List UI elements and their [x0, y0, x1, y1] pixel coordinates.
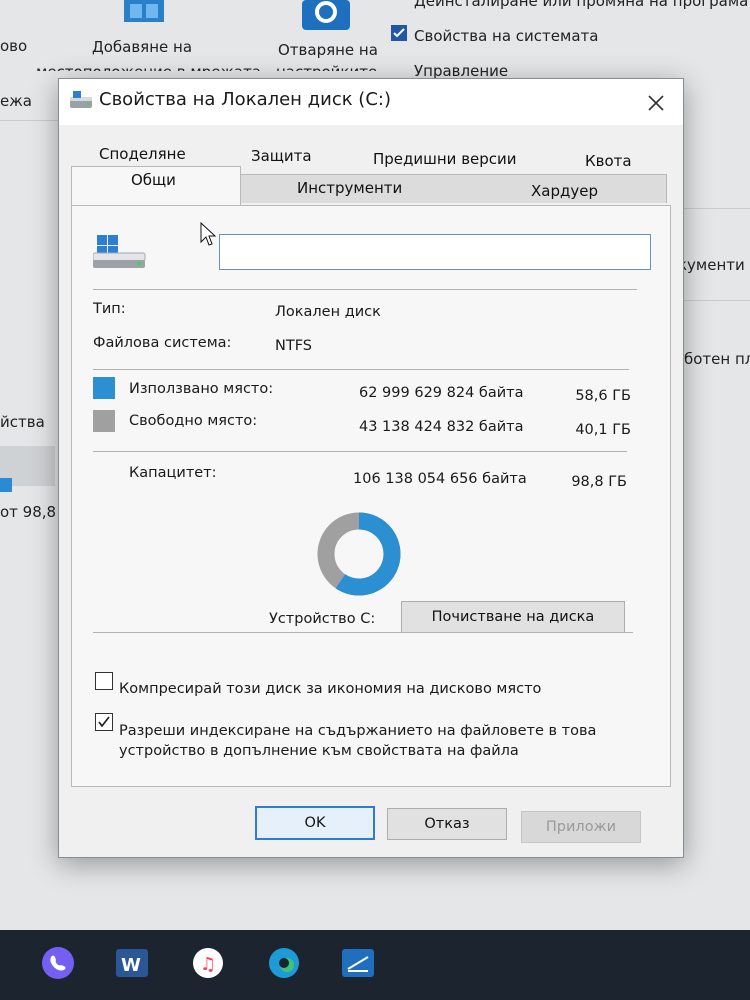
bg-drive-bar	[0, 478, 12, 492]
bg-open-settings[interactable]: Отваряне на	[278, 41, 378, 59]
close-button[interactable]	[639, 87, 673, 119]
ok-button[interactable]: OK	[255, 806, 375, 840]
free-space-label: Свободно място:	[129, 413, 258, 429]
mouse-cursor-icon	[200, 221, 217, 252]
tab-sharing[interactable]: Споделяне	[99, 145, 186, 163]
used-space-label: Използвано място:	[129, 381, 274, 397]
filesystem-label: Файлова система:	[93, 335, 232, 351]
tab-tools[interactable]: Инструменти	[297, 179, 402, 197]
free-space-bytes: 43 138 424 832 байта	[359, 419, 524, 435]
capacity-label: Капацитет:	[129, 465, 217, 481]
separator	[93, 451, 627, 452]
capacity-size: 98,8 ГБ	[571, 474, 627, 490]
app-icon[interactable]	[338, 943, 378, 983]
type-label: Тип:	[93, 301, 126, 317]
used-space-swatch	[93, 377, 115, 399]
tab-security[interactable]: Защита	[251, 147, 312, 165]
title-bar[interactable]: Свойства на Локален диск (C:)	[59, 79, 683, 125]
type-value: Локален диск	[275, 304, 381, 320]
dialog-title: Свойства на Локален диск (C:)	[99, 89, 391, 110]
bg-text-of-capacity: от 98,8	[0, 503, 57, 521]
apply-button[interactable]: Приложи	[521, 811, 641, 843]
separator	[93, 289, 637, 290]
capacity-bytes: 106 138 054 656 байта	[353, 471, 527, 487]
bg-divider	[682, 208, 750, 209]
edge-icon[interactable]	[264, 943, 304, 983]
bg-text-properties: йства	[0, 413, 45, 431]
drive-properties-dialog: Свойства на Локален диск (C:) Споделяне …	[58, 78, 684, 858]
tab-hardware[interactable]: Хардуер	[531, 182, 598, 200]
network-location-icon[interactable]	[122, 0, 166, 26]
separator	[93, 632, 633, 633]
used-space-size: 58,6 ГБ	[575, 388, 631, 404]
filesystem-value: NTFS	[275, 338, 312, 354]
separator	[93, 369, 629, 370]
index-label[interactable]: Разреши индексиране на съдържанието на ф…	[119, 721, 599, 761]
settings-gear-icon[interactable]	[300, 0, 352, 30]
bg-add-network-location[interactable]: Добавяне на	[92, 38, 192, 56]
disk-cleanup-button[interactable]: Почистване на диска	[401, 601, 625, 633]
used-space-bytes: 62 999 629 824 байта	[359, 385, 524, 401]
tab-general[interactable]: Общи	[131, 171, 176, 189]
system-properties-icon[interactable]	[390, 24, 408, 42]
bg-text-documents: кументи	[678, 256, 745, 274]
drive-icon	[69, 91, 93, 115]
bg-divider	[0, 120, 58, 121]
tab-previous-versions[interactable]: Предишни версии	[373, 150, 517, 168]
svg-text:W: W	[121, 955, 141, 976]
bg-text-used-space: ботен пл	[684, 350, 750, 368]
drive-large-icon	[92, 231, 147, 275]
word-icon[interactable]: W	[112, 943, 152, 983]
drive-name-input[interactable]	[219, 234, 651, 270]
checkmark-icon	[98, 716, 110, 728]
free-space-swatch	[93, 410, 115, 432]
index-checkbox[interactable]	[95, 713, 113, 731]
bg-divider	[682, 300, 750, 301]
bg-system-properties[interactable]: Свойства на системата	[414, 27, 598, 45]
svg-text:♫: ♫	[200, 954, 216, 975]
disk-usage-donut	[317, 512, 401, 596]
compress-label[interactable]: Компресирай този диск за икономия на дис…	[119, 679, 619, 699]
viber-icon[interactable]	[38, 943, 78, 983]
cancel-button[interactable]: Отказ	[387, 808, 507, 840]
device-label: Устройство C:	[269, 611, 376, 627]
bg-text-ovo: ово	[0, 37, 28, 55]
bg-text-ezha: ежа	[0, 92, 32, 110]
free-space-size: 40,1 ГБ	[575, 422, 631, 438]
tab-quota[interactable]: Квота	[585, 152, 632, 170]
close-icon	[648, 95, 664, 111]
bg-uninstall-program[interactable]: Деинсталиране или промяна на програма	[414, 0, 748, 10]
general-tab-panel	[71, 205, 671, 787]
itunes-icon[interactable]: ♫	[188, 943, 228, 983]
compress-checkbox[interactable]	[95, 672, 113, 690]
